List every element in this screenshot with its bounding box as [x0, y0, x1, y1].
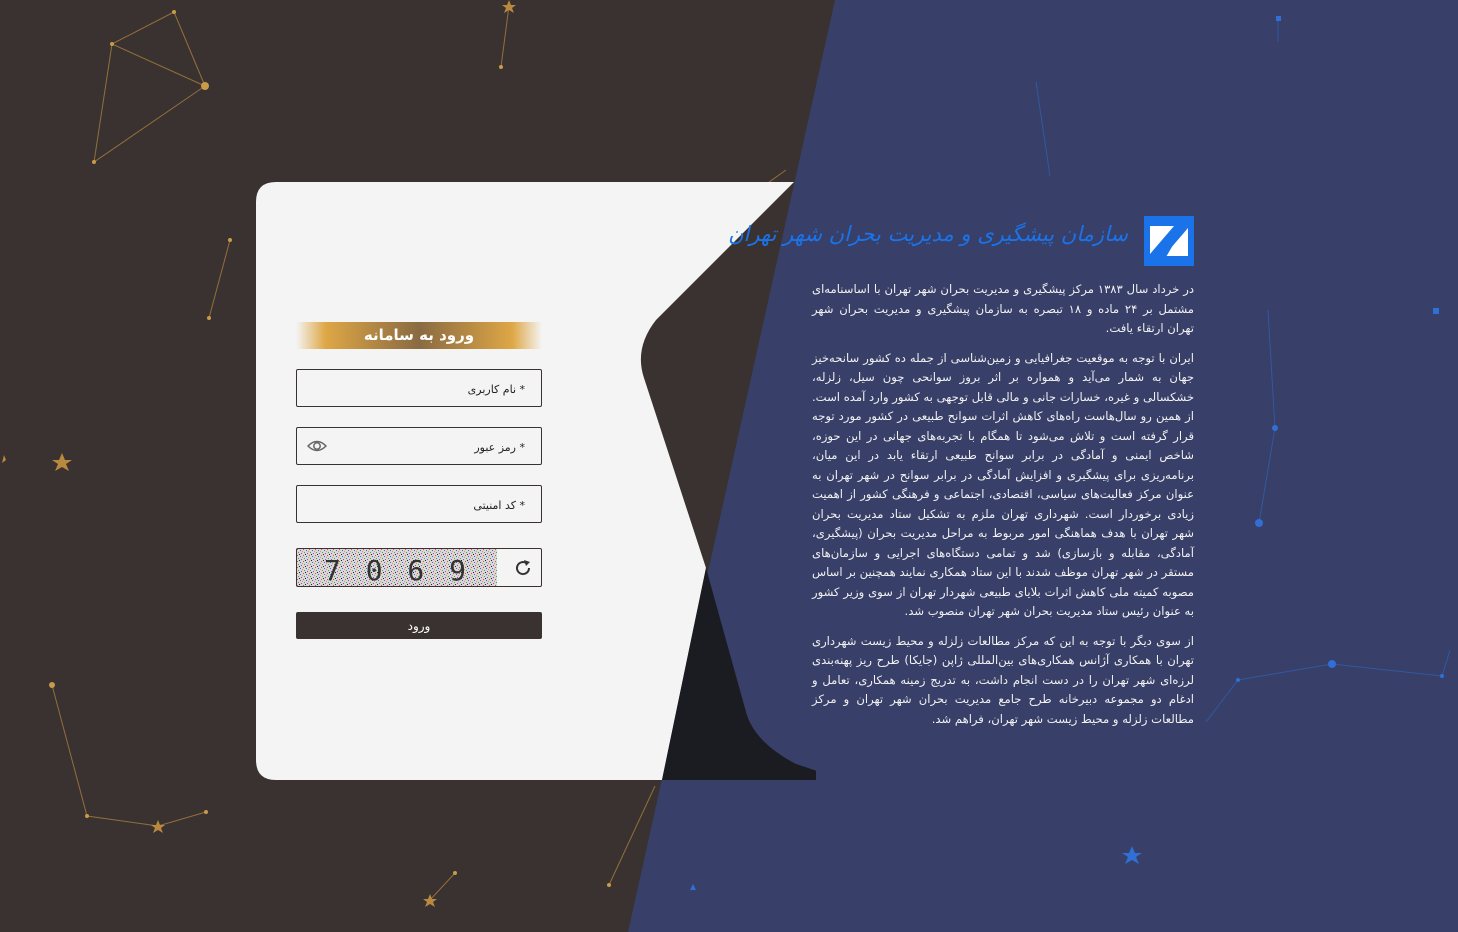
info-text: در خرداد سال ۱۳۸۳ مرکز پیشگیری و مدیریت …: [812, 280, 1194, 739]
refresh-icon[interactable]: [513, 558, 533, 578]
login-title: ورود به سامانه: [296, 322, 542, 349]
org-name: سازمان پیشگیری و مدیریت بحران شهر تهران: [728, 222, 1128, 246]
org-logo: سازمان پیشگیری و مدیریت بحران شهر تهران: [728, 212, 1194, 270]
org-logo-icon: [1144, 216, 1194, 266]
info-paragraph: ایران با توجه به موقعیت جغرافیایی و زمین…: [812, 350, 1194, 619]
captcha-input[interactable]: [343, 486, 527, 524]
password-input[interactable]: [343, 428, 527, 466]
eye-icon[interactable]: [307, 437, 327, 455]
captcha-field[interactable]: [296, 485, 542, 524]
password-field[interactable]: [296, 427, 542, 466]
info-paragraph: از سوی دیگر با توجه به این که مرکز مطالع…: [812, 633, 1194, 726]
login-submit-button[interactable]: ورود: [296, 612, 542, 639]
captcha-image: 9 6 0 7: [297, 549, 497, 586]
username-input[interactable]: [343, 370, 527, 408]
info-paragraph: در خرداد سال ۱۳۸۳ مرکز پیشگیری و مدیریت …: [812, 282, 1195, 335]
captcha-container: 9 6 0 7: [296, 548, 542, 587]
login-card: [256, 182, 816, 780]
login-form: ورود به سامانه * نام کاربری * کد امنیتی …: [296, 322, 542, 639]
captcha-value: 9 6 0 7: [324, 554, 470, 586]
username-field[interactable]: [296, 369, 542, 408]
